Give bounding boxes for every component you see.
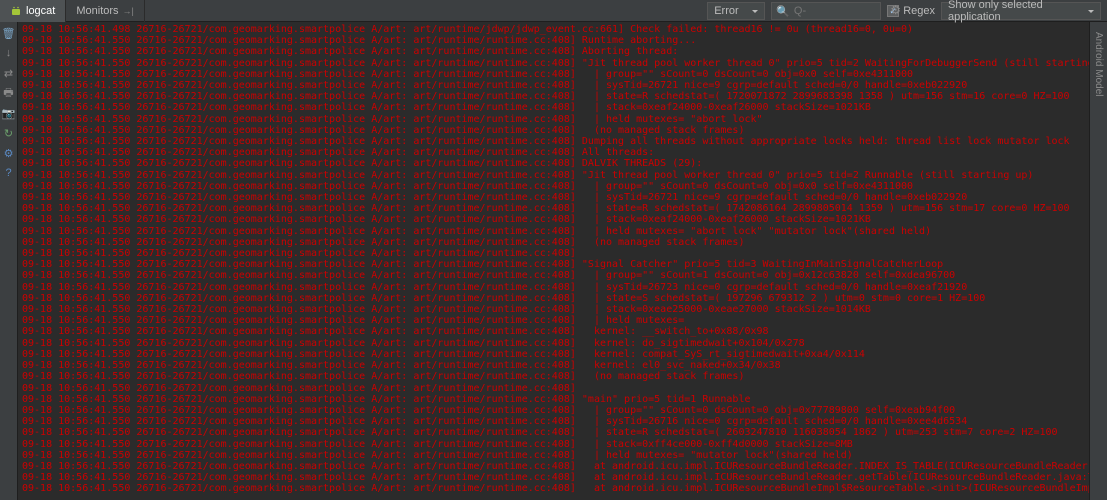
screenshot-icon[interactable]: 📷 xyxy=(2,106,16,120)
log-line: 09-18 10:56:41.550 26716-26721/com.geoma… xyxy=(18,69,1089,80)
log-line: 09-18 10:56:41.550 26716-26721/com.geoma… xyxy=(18,91,1089,102)
settings-icon[interactable]: ⚙ xyxy=(2,146,16,160)
side-panel-label: Android Model xyxy=(1093,32,1104,96)
print-icon[interactable]: 🖶 xyxy=(2,86,16,100)
log-output[interactable]: 09-18 10:56:41.498 26716-26721/com.geoma… xyxy=(18,22,1089,500)
android-icon xyxy=(10,5,22,17)
log-line: 09-18 10:56:41.550 26716-26721/com.geoma… xyxy=(18,427,1089,438)
log-line: 09-18 10:56:41.550 26716-26721/com.geoma… xyxy=(18,80,1089,91)
log-line: 09-18 10:56:41.550 26716-26721/com.geoma… xyxy=(18,349,1089,360)
toolbar-right: Error 🔍 ✓ Regex Show only selected appli… xyxy=(707,0,1101,22)
log-line: 09-18 10:56:41.550 26716-26721/com.geoma… xyxy=(18,237,1089,248)
log-line: 09-18 10:56:41.550 26716-26721/com.geoma… xyxy=(18,293,1089,304)
search-icon: 🔍 xyxy=(776,5,790,18)
log-line: 09-18 10:56:41.550 26716-26721/com.geoma… xyxy=(18,125,1089,136)
wrap-icon[interactable]: ⇄ xyxy=(2,66,16,80)
log-line: 09-18 10:56:41.550 26716-26721/com.geoma… xyxy=(18,360,1089,371)
log-line: 09-18 10:56:41.550 26716-26721/com.geoma… xyxy=(18,326,1089,337)
log-line: 09-18 10:56:41.550 26716-26721/com.geoma… xyxy=(18,158,1089,169)
search-field[interactable] xyxy=(794,5,876,17)
filter-dropdown[interactable]: Show only selected application xyxy=(941,2,1101,20)
tab-monitors[interactable]: Monitors →| xyxy=(66,0,145,22)
close-icon[interactable]: →| xyxy=(123,6,134,16)
log-line: 09-18 10:56:41.550 26716-26721/com.geoma… xyxy=(18,394,1089,405)
log-line: 09-18 10:56:41.550 26716-26721/com.geoma… xyxy=(18,114,1089,125)
log-line: 09-18 10:56:41.550 26716-26721/com.geoma… xyxy=(18,383,1089,394)
log-line: 09-18 10:56:41.550 26716-26721/com.geoma… xyxy=(18,181,1089,192)
tab-bar: logcat Monitors →| Error 🔍 ✓ Regex Show … xyxy=(0,0,1107,22)
log-line: 09-18 10:56:41.550 26716-26721/com.geoma… xyxy=(18,35,1089,46)
gear-icon[interactable]: ⚙ xyxy=(890,3,901,17)
log-line: 09-18 10:56:41.550 26716-26721/com.geoma… xyxy=(18,416,1089,427)
log-line: 09-18 10:56:41.550 26716-26721/com.geoma… xyxy=(18,170,1089,181)
log-line: 09-18 10:56:41.550 26716-26721/com.geoma… xyxy=(18,46,1089,57)
log-line: 09-18 10:56:41.550 26716-26721/com.geoma… xyxy=(18,136,1089,147)
log-line: 09-18 10:56:41.498 26716-26721/com.geoma… xyxy=(18,24,1089,35)
log-line: 09-18 10:56:41.550 26716-26721/com.geoma… xyxy=(18,270,1089,281)
log-line: 09-18 10:56:41.550 26716-26721/com.geoma… xyxy=(18,214,1089,225)
log-line: 09-18 10:56:41.550 26716-26721/com.geoma… xyxy=(18,461,1089,472)
log-line: 09-18 10:56:41.550 26716-26721/com.geoma… xyxy=(18,371,1089,382)
log-line: 09-18 10:56:41.550 26716-26721/com.geoma… xyxy=(18,58,1089,69)
tab-logcat[interactable]: logcat xyxy=(0,0,66,22)
log-line: 09-18 10:56:41.550 26716-26721/com.geoma… xyxy=(18,192,1089,203)
log-line: 09-18 10:56:41.550 26716-26721/com.geoma… xyxy=(18,483,1089,494)
log-level-dropdown[interactable]: Error xyxy=(707,2,765,20)
help-icon[interactable]: ? xyxy=(2,166,16,180)
log-line: 09-18 10:56:41.550 26716-26721/com.geoma… xyxy=(18,147,1089,158)
tab-label: logcat xyxy=(26,5,55,17)
log-line: 09-18 10:56:41.550 26716-26721/com.geoma… xyxy=(18,472,1089,483)
log-line: 09-18 10:56:41.550 26716-26721/com.geoma… xyxy=(18,282,1089,293)
right-side-panel[interactable]: Android Model xyxy=(1089,22,1107,500)
log-line: 09-18 10:56:41.550 26716-26721/com.geoma… xyxy=(18,315,1089,326)
tab-label: Monitors xyxy=(76,5,118,17)
log-line: 09-18 10:56:41.550 26716-26721/com.geoma… xyxy=(18,338,1089,349)
restart-icon[interactable]: ↻ xyxy=(2,126,16,140)
log-line: 09-18 10:56:41.550 26716-26721/com.geoma… xyxy=(18,304,1089,315)
log-line: 09-18 10:56:41.550 26716-26721/com.geoma… xyxy=(18,405,1089,416)
log-line: 09-18 10:56:41.550 26716-26721/com.geoma… xyxy=(18,439,1089,450)
main-area: 🗑 ↓ ⇄ 🖶 📷 ↻ ⚙ ? 09-18 10:56:41.498 26716… xyxy=(0,22,1107,500)
trash-icon[interactable]: 🗑 xyxy=(2,26,16,40)
search-input[interactable]: 🔍 xyxy=(771,2,881,20)
log-line: 09-18 10:56:41.550 26716-26721/com.geoma… xyxy=(18,248,1089,259)
log-line: 09-18 10:56:41.550 26716-26721/com.geoma… xyxy=(18,450,1089,461)
log-line: 09-18 10:56:41.550 26716-26721/com.geoma… xyxy=(18,259,1089,270)
side-toolbar: 🗑 ↓ ⇄ 🖶 📷 ↻ ⚙ ? xyxy=(0,22,18,500)
scroll-end-icon[interactable]: ↓ xyxy=(2,46,16,60)
log-line: 09-18 10:56:41.550 26716-26721/com.geoma… xyxy=(18,226,1089,237)
log-line: 09-18 10:56:41.550 26716-26721/com.geoma… xyxy=(18,102,1089,113)
log-line: 09-18 10:56:41.550 26716-26721/com.geoma… xyxy=(18,203,1089,214)
